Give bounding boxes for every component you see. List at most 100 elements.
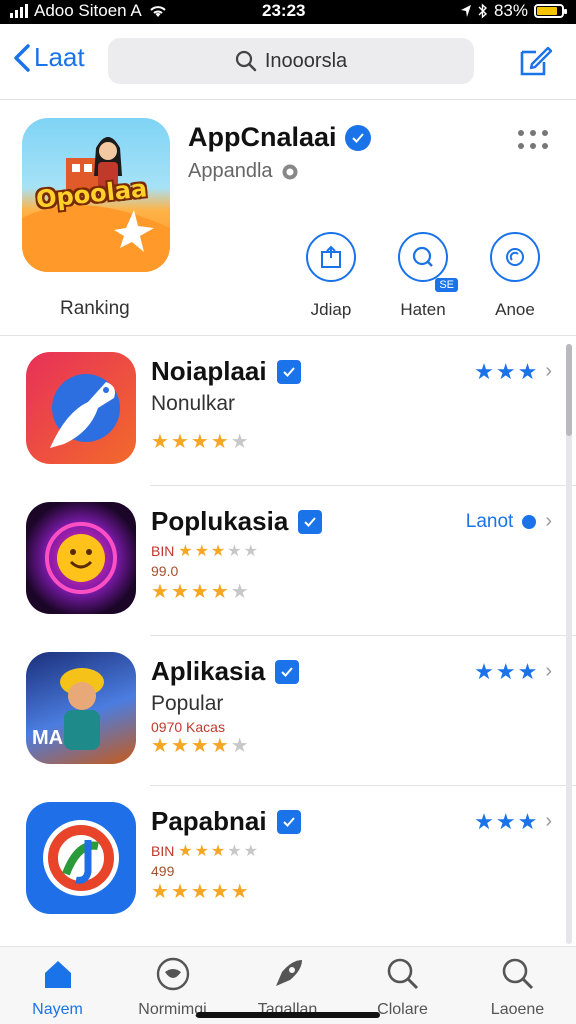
- right-stars: ★ ★ ★: [474, 358, 538, 384]
- compose-button[interactable]: [518, 42, 554, 83]
- star-icon: ★: [517, 808, 538, 834]
- star-icon: ★: [194, 843, 209, 861]
- star-icon: ★: [151, 431, 169, 453]
- verified-badge-icon: [298, 509, 323, 534]
- verified-badge-icon: [276, 359, 301, 384]
- star-icon: ★: [151, 581, 169, 603]
- meta-line2: 99.0: [151, 563, 179, 580]
- app-subtitle: Nonulkar: [151, 392, 236, 415]
- scrollbar-thumb[interactable]: [566, 344, 572, 436]
- more-options-button[interactable]: [518, 130, 548, 150]
- search-icon: [460, 955, 575, 993]
- action-more-label: Anoe: [495, 300, 535, 319]
- list-item[interactable]: Papabnai BIN ★ ★ ★ ★ ★ 499 ★ ★ ★ ★ ★ ★ ★ ★ ›: [0, 786, 576, 936]
- star-icon: ★: [227, 543, 242, 561]
- star-icon: ★: [210, 581, 229, 603]
- smiley-icon: [26, 502, 136, 614]
- star-icon: ★: [190, 431, 209, 453]
- chevron-right-icon: ›: [545, 510, 552, 532]
- right-stars: ★ ★ ★: [474, 660, 537, 682]
- meta-stars: ★ ★ ★ ★ ★: [178, 842, 258, 862]
- action-badge: SE: [435, 278, 458, 292]
- back-label: Laat: [34, 42, 85, 72]
- signal-icon: [10, 4, 28, 18]
- app-name: Poplukasia: [151, 506, 323, 537]
- action-search-label: Haten: [400, 300, 446, 319]
- bluetooth-icon: [478, 3, 487, 19]
- star-icon: ★: [190, 735, 209, 757]
- rocket-icon: [230, 955, 345, 993]
- star-icon: ★: [230, 581, 249, 603]
- star-icon: ★: [230, 881, 249, 903]
- battery-percent: 83%: [493, 1, 528, 20]
- location-arrow-icon: [460, 5, 471, 17]
- action-share-label: Jdiap: [310, 300, 352, 319]
- featured-app-icon[interactable]: Opoolaa: [22, 118, 170, 272]
- tab-label: Laoene: [490, 1001, 545, 1018]
- search-text: Inooorsla: [264, 49, 348, 72]
- star-icon: ★: [190, 881, 209, 903]
- battery-fill: [537, 7, 557, 15]
- share-box-icon: [306, 232, 356, 282]
- action-search[interactable]: SE Haten: [388, 232, 458, 320]
- list-item[interactable]: MA Aplikasia Popular 0970 Kacas ★ ★ ★ ★ ★ ★ ★…: [0, 636, 576, 786]
- search-input[interactable]: Inooorsla: [108, 38, 474, 84]
- tab-tagallan[interactable]: Tagallan: [230, 955, 345, 1019]
- featured-subtitle-text: Appandla: [188, 160, 273, 182]
- bird-icon: [26, 352, 136, 464]
- star-icon: ★: [230, 431, 249, 453]
- rating-stars: ★ ★ ★ ★ ★: [151, 582, 249, 602]
- row-right: ★ ★ ★ ›: [474, 360, 552, 383]
- star-icon: ★: [178, 543, 193, 561]
- tab-clolare[interactable]: Clolare: [345, 955, 460, 1019]
- meta-line1: BIN: [151, 543, 175, 559]
- star-icon: ★: [230, 735, 249, 757]
- star-icon: ★: [170, 735, 189, 757]
- rating-stars: ★ ★ ★ ★ ★: [151, 432, 249, 452]
- star-icon: ★: [517, 358, 538, 384]
- carrier-label: Adoo Sitoen A: [34, 1, 142, 20]
- star-icon: ★: [210, 843, 226, 861]
- ranking-label: Ranking: [60, 298, 130, 319]
- app-name-text: Papabnai: [151, 806, 267, 836]
- star-icon: ★: [227, 843, 242, 861]
- navigation-bar: Laat Inooorsla: [0, 24, 576, 100]
- scrollbar[interactable]: [566, 344, 572, 944]
- back-button[interactable]: Laat: [12, 42, 85, 73]
- action-share[interactable]: Jdiap: [296, 232, 366, 320]
- verified-seal-icon: [522, 514, 537, 529]
- clock: 23:23: [262, 1, 306, 20]
- featured-subtitle: Appandla: [188, 160, 299, 183]
- star-icon: ★: [210, 881, 229, 903]
- tab-normimgi[interactable]: Normimgi: [115, 955, 230, 1019]
- list-item[interactable]: Poplukasia BIN ★ ★ ★ ★ ★ 99.0 ★ ★ ★ ★ ★ Lanot ›: [0, 486, 576, 636]
- search-icon: [235, 50, 257, 72]
- tab-label: Nayem: [32, 1001, 83, 1018]
- action-more[interactable]: Anoe: [480, 232, 550, 320]
- row-right: Lanot ›: [466, 510, 552, 533]
- right-text: Lanot: [465, 510, 514, 532]
- rating-stars: ★ ★ ★ ★ ★: [151, 736, 249, 756]
- star-icon: ★: [194, 543, 209, 561]
- tab-home[interactable]: Nayem: [0, 955, 115, 1019]
- star-icon: ★: [170, 881, 189, 903]
- app-name: Noiaplaai: [151, 356, 301, 387]
- chevron-right-icon: ›: [545, 360, 552, 382]
- star-icon: ★: [170, 581, 189, 603]
- list-item[interactable]: Noiaplaai Nonulkar ★ ★ ★ ★ ★ ★ ★ ★ ›: [0, 336, 576, 486]
- meta-line1: BIN: [151, 843, 175, 859]
- app-meta: 0970 Kacas: [151, 718, 225, 736]
- character-icon: MA: [26, 652, 136, 764]
- tab-laoene[interactable]: Laoene: [460, 955, 575, 1019]
- verified-badge-icon: [276, 809, 301, 834]
- star-icon: ★: [190, 581, 209, 603]
- app-name: Aplikasia: [151, 656, 300, 687]
- chevron-right-icon: ›: [545, 810, 552, 832]
- search-icon: [345, 955, 460, 993]
- meta-line1: 0970 Kacas: [151, 719, 225, 735]
- home-indicator: [196, 1012, 380, 1018]
- star-icon: ★: [151, 881, 169, 903]
- info-circle-icon: [282, 164, 298, 179]
- app-subtitle: Popular: [151, 692, 224, 715]
- ring-logo-icon: [26, 802, 136, 914]
